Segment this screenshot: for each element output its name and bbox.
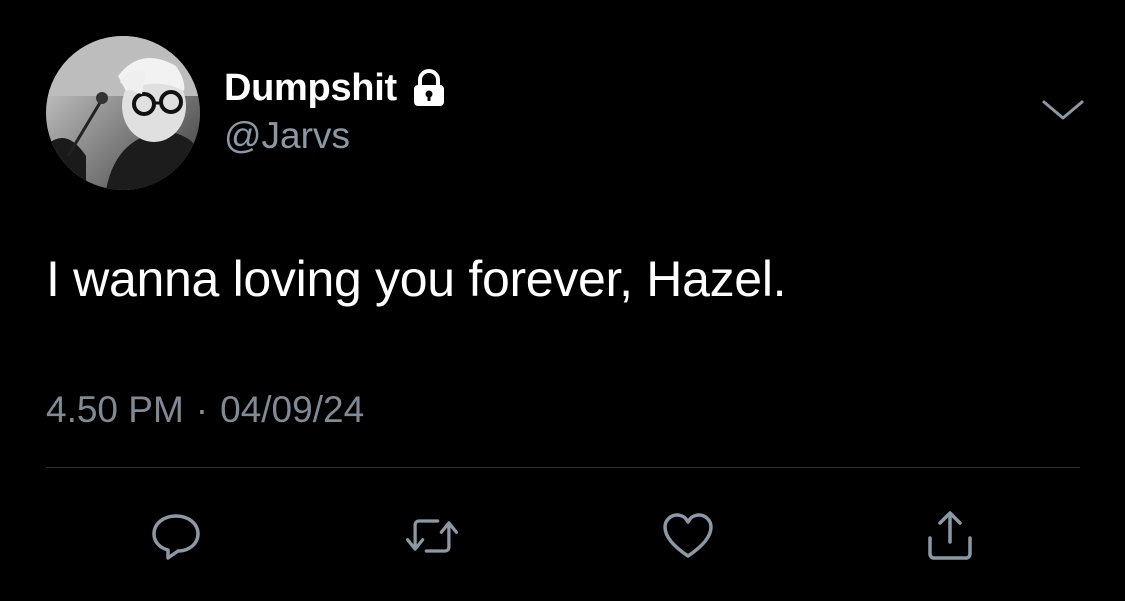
chevron-down-icon[interactable] (1040, 96, 1086, 124)
user-info[interactable]: Dumpshit @Jarvs (224, 66, 449, 158)
share-icon (928, 511, 972, 560)
tweet-text: I wanna loving you forever, Hazel. (46, 251, 787, 307)
avatar[interactable] (46, 36, 200, 190)
tweet-card: Dumpshit @Jarvs I wanna loving you forev… (0, 0, 1125, 601)
heart-icon (663, 513, 713, 558)
retweet-icon (405, 519, 459, 553)
tweet-time: 4.50 PM (46, 389, 184, 430)
like-button[interactable] (658, 506, 718, 566)
tweet-timestamp[interactable]: 4.50 PM · 04/09/24 (46, 386, 364, 434)
reply-button[interactable] (146, 506, 206, 566)
lock-icon (409, 68, 449, 108)
avatar-photo (46, 36, 200, 190)
meta-separator: · (195, 389, 209, 430)
share-button[interactable] (920, 506, 980, 566)
tweet-date: 04/09/24 (220, 389, 365, 430)
user-handle[interactable]: @Jarvs (224, 114, 449, 158)
retweet-button[interactable] (402, 506, 462, 566)
display-name[interactable]: Dumpshit (224, 66, 397, 110)
divider (46, 467, 1080, 468)
name-row: Dumpshit (224, 66, 449, 110)
speech-bubble-icon (152, 514, 200, 560)
